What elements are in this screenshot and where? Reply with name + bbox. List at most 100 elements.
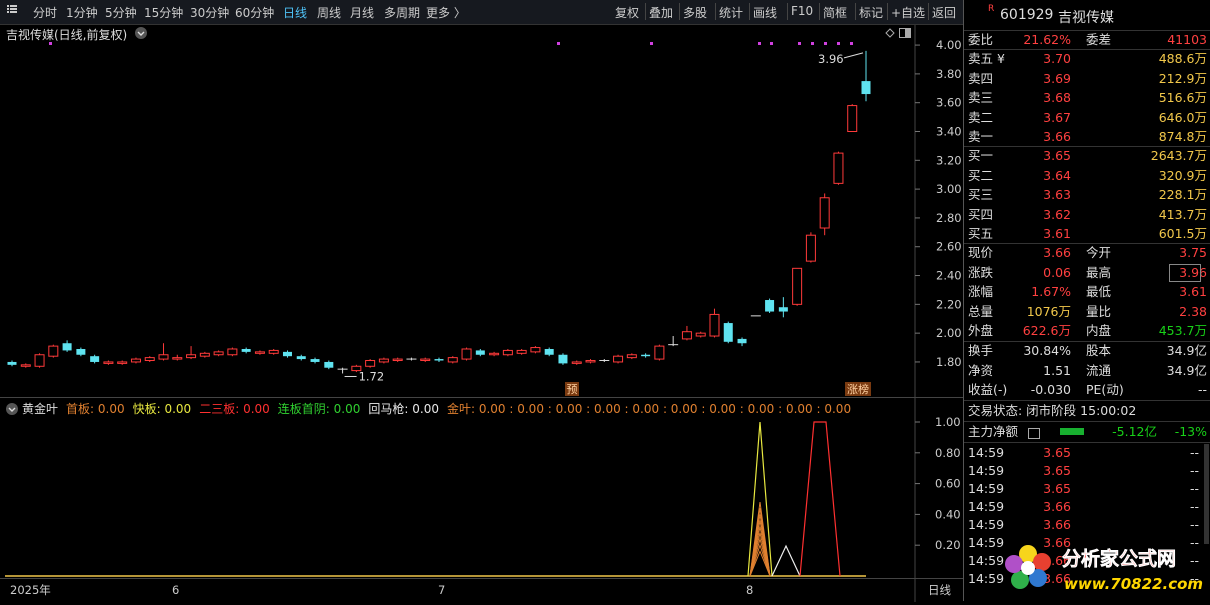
toolbar-button[interactable]: F10 bbox=[791, 4, 813, 18]
event-marker[interactable]: 涨榜 bbox=[845, 382, 871, 396]
candle[interactable] bbox=[268, 348, 279, 355]
stat-label: 涨幅 bbox=[968, 284, 994, 299]
candle[interactable] bbox=[447, 356, 458, 364]
candle[interactable] bbox=[668, 336, 679, 347]
bullet-list-icon[interactable] bbox=[6, 3, 18, 15]
period-tab[interactable]: 更多 〉 bbox=[426, 4, 466, 21]
toolbar-button[interactable]: +自选 bbox=[891, 4, 925, 21]
candle[interactable] bbox=[737, 337, 747, 347]
candle[interactable] bbox=[695, 331, 706, 338]
candle[interactable] bbox=[530, 346, 541, 354]
candle[interactable] bbox=[833, 151, 844, 185]
candle[interactable] bbox=[461, 347, 472, 361]
tick-scrollbar[interactable] bbox=[1204, 444, 1209, 544]
candle[interactable] bbox=[34, 353, 45, 368]
toolbar-button[interactable]: 标记 bbox=[859, 4, 883, 21]
panel-toggle-icon[interactable] bbox=[899, 27, 911, 38]
candle[interactable] bbox=[76, 347, 86, 357]
stat-label: PE(动) bbox=[1086, 382, 1124, 397]
candle[interactable] bbox=[7, 360, 17, 367]
candle[interactable] bbox=[861, 50, 871, 102]
candle[interactable] bbox=[434, 357, 444, 362]
candle[interactable] bbox=[310, 357, 320, 364]
period-tab[interactable]: 1分钟 bbox=[66, 4, 98, 21]
candle[interactable] bbox=[489, 351, 500, 357]
candle[interactable] bbox=[392, 357, 403, 362]
indicator-panel[interactable]: 1.00 0.80 0.60 0.40 0.20 黄金叶 首板: 0.00 快板: 0.00… bbox=[0, 398, 963, 578]
candle[interactable] bbox=[599, 359, 610, 362]
candle[interactable] bbox=[544, 347, 554, 357]
candle[interactable] bbox=[792, 267, 803, 306]
chevron-down-icon[interactable] bbox=[135, 27, 147, 39]
event-marker[interactable]: 预 bbox=[565, 382, 579, 396]
candle[interactable] bbox=[282, 350, 292, 358]
candle[interactable] bbox=[213, 350, 224, 357]
candle[interactable] bbox=[654, 344, 665, 361]
period-tab[interactable]: 周线 bbox=[317, 4, 341, 21]
candle[interactable] bbox=[48, 344, 59, 358]
calendar-icon[interactable] bbox=[1028, 428, 1040, 439]
candle[interactable] bbox=[626, 353, 637, 360]
candle[interactable] bbox=[172, 354, 183, 361]
period-tab[interactable]: 日线 bbox=[283, 4, 307, 21]
candle[interactable] bbox=[805, 232, 816, 263]
candle[interactable] bbox=[378, 357, 389, 364]
candle[interactable] bbox=[516, 348, 527, 355]
period-tab[interactable]: 分时 bbox=[33, 4, 57, 21]
toolbar-separator bbox=[715, 3, 716, 20]
price-chart[interactable]: 4.00 3.80 3.60 3.40 3.20 3.00 2.80 2.60 2.40 2.20… bbox=[0, 25, 963, 397]
candle[interactable] bbox=[819, 193, 830, 236]
diamond-icon[interactable] bbox=[885, 27, 895, 38]
candle[interactable] bbox=[186, 346, 197, 360]
candle[interactable] bbox=[130, 357, 141, 364]
candle[interactable] bbox=[144, 356, 155, 362]
toolbar-button[interactable]: 多股 bbox=[683, 4, 707, 21]
period-tab[interactable]: 多周期 bbox=[384, 4, 420, 21]
candle[interactable] bbox=[199, 351, 210, 358]
candle[interactable] bbox=[158, 343, 169, 361]
candle[interactable] bbox=[765, 298, 775, 313]
period-tab[interactable]: 5分钟 bbox=[105, 4, 137, 21]
candle[interactable] bbox=[420, 357, 431, 362]
candle[interactable] bbox=[324, 360, 334, 370]
candle[interactable] bbox=[62, 340, 72, 352]
candle[interactable] bbox=[117, 360, 128, 365]
candle[interactable] bbox=[585, 359, 596, 364]
period-tab[interactable]: 月线 bbox=[350, 4, 374, 21]
candle[interactable] bbox=[296, 354, 306, 361]
candle[interactable] bbox=[227, 347, 238, 357]
main-flow-value: -5.12亿 bbox=[1112, 424, 1157, 439]
candle[interactable] bbox=[20, 363, 31, 368]
candlestick-plot[interactable]: 4.00 3.80 3.60 3.40 3.20 3.00 2.80 2.60 2.40 2.20… bbox=[0, 25, 963, 397]
ask-label: 卖一 bbox=[968, 129, 994, 144]
candle[interactable] bbox=[103, 360, 114, 365]
candle[interactable] bbox=[613, 354, 624, 364]
candle[interactable] bbox=[254, 350, 265, 355]
candle[interactable] bbox=[723, 321, 733, 344]
toolbar-button[interactable]: 画线 bbox=[753, 4, 777, 21]
toolbar-button[interactable]: 复权 bbox=[615, 4, 639, 21]
candle[interactable] bbox=[571, 360, 582, 365]
toolbar-button[interactable]: 叠加 bbox=[649, 4, 673, 21]
candle[interactable] bbox=[558, 353, 568, 365]
candle[interactable] bbox=[641, 353, 651, 358]
candle[interactable] bbox=[709, 308, 720, 338]
period-tab[interactable]: 15分钟 bbox=[144, 4, 183, 21]
chevron-down-icon[interactable] bbox=[6, 403, 18, 415]
candle[interactable] bbox=[681, 325, 692, 341]
period-tab[interactable]: 60分钟 bbox=[235, 4, 274, 21]
toolbar-button[interactable]: 简框 bbox=[823, 4, 847, 21]
period-tab[interactable]: 30分钟 bbox=[190, 4, 229, 21]
candle[interactable] bbox=[406, 357, 417, 361]
candle[interactable] bbox=[475, 348, 485, 357]
toolbar-button[interactable]: 返回 bbox=[932, 4, 956, 21]
candle[interactable] bbox=[778, 297, 788, 318]
candle[interactable] bbox=[365, 359, 376, 368]
toolbar-button[interactable]: 统计 bbox=[719, 4, 743, 21]
indicator-plot[interactable]: 1.00 0.80 0.60 0.40 0.20 bbox=[0, 398, 963, 578]
candle[interactable] bbox=[847, 104, 858, 133]
candle[interactable] bbox=[502, 348, 513, 357]
candle[interactable] bbox=[337, 367, 348, 374]
candle[interactable] bbox=[241, 347, 251, 354]
candle[interactable] bbox=[90, 354, 100, 364]
